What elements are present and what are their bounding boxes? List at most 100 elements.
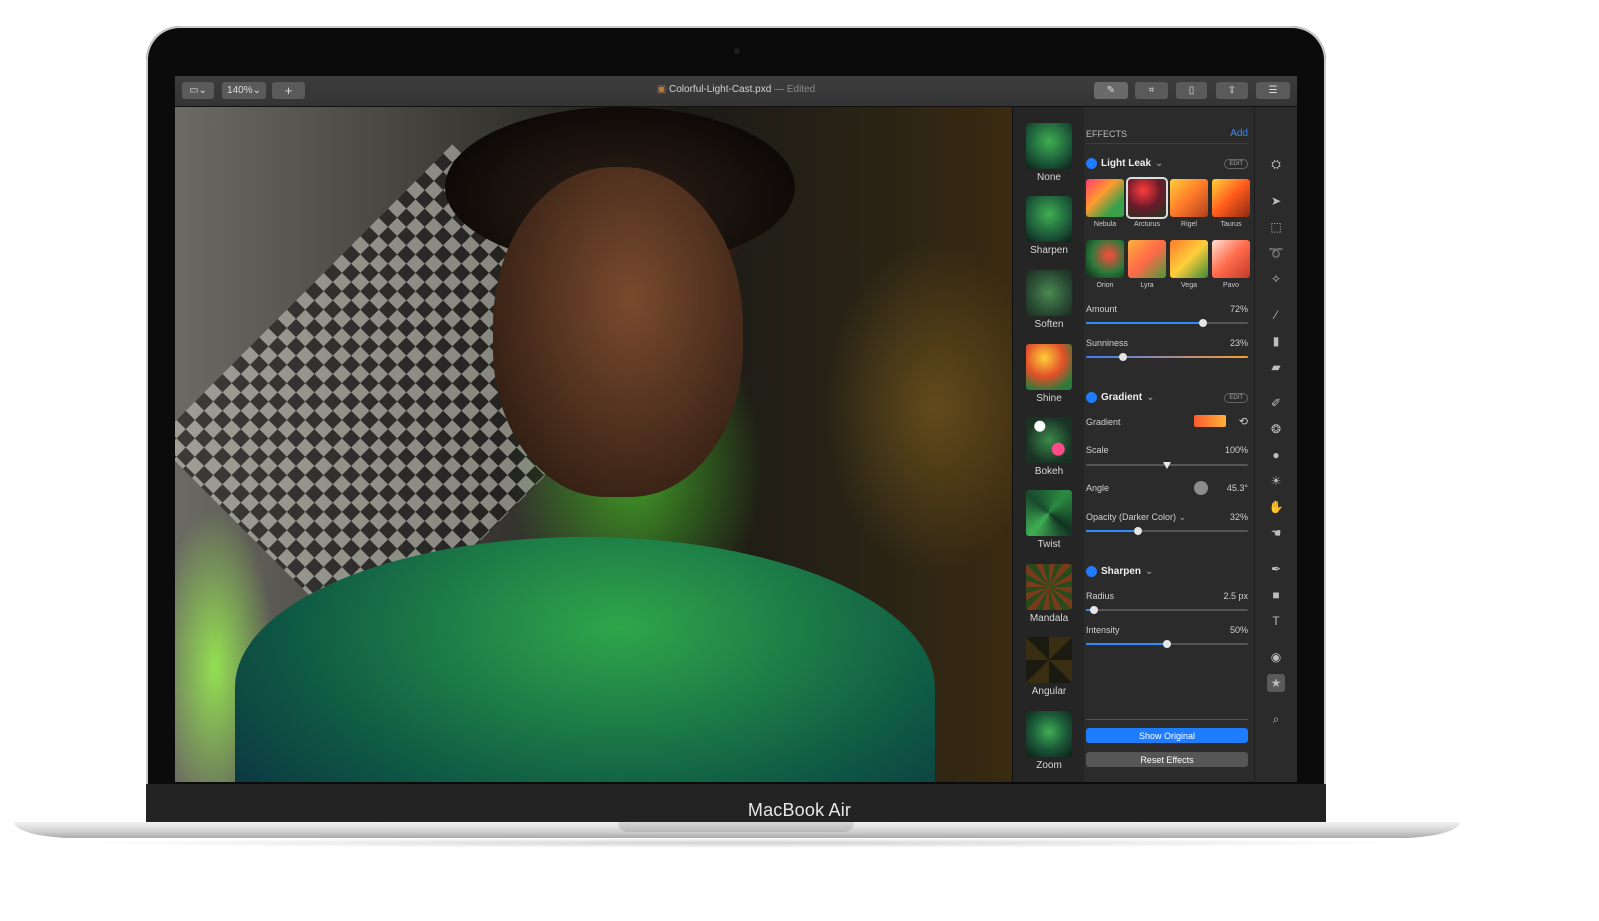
- page-icon: ▯: [1188, 85, 1195, 96]
- effect-label: Twist: [1037, 539, 1061, 550]
- opacity-slider[interactable]: [1086, 527, 1248, 535]
- sliders-icon: ☰: [1268, 85, 1278, 96]
- sunniness-row: Sunniness 23%: [1086, 338, 1248, 348]
- tool-strip: ⛭ ➤ ⬚ ➰ ✧ ⁄ ▮ ▰ ✐ ❂ ● ☀ ✋ ☚ ✒ ■ T ◉ ★ ⌕: [1254, 107, 1297, 782]
- color-adjust-icon[interactable]: ◉: [1267, 648, 1285, 666]
- swap-icon[interactable]: ⟲: [1239, 415, 1248, 428]
- effect-item[interactable]: None: [1026, 123, 1072, 183]
- effect-label: Mandala: [1029, 613, 1069, 624]
- pencil-icon[interactable]: ✐: [1267, 394, 1285, 412]
- sharpen-toggle[interactable]: Sharpen ⌄: [1086, 566, 1153, 577]
- paint-icon[interactable]: ⛭: [1267, 155, 1285, 173]
- preset-taurus[interactable]: Taurus: [1212, 179, 1250, 228]
- arrow-icon[interactable]: ➤: [1267, 192, 1285, 210]
- effect-label: Shine: [1036, 393, 1062, 404]
- radius-slider[interactable]: [1086, 606, 1248, 614]
- magic-wand-icon[interactable]: ✧: [1267, 270, 1285, 288]
- document-name: Colorful-Light-Cast.pxd: [669, 84, 772, 95]
- clone-icon[interactable]: ❂: [1267, 420, 1285, 438]
- effect-item[interactable]: Sharpen: [1026, 196, 1072, 256]
- preset-vega[interactable]: Vega: [1170, 240, 1208, 289]
- preset-lyra[interactable]: Lyra: [1128, 240, 1166, 289]
- preset-label: Taurus: [1220, 221, 1242, 228]
- effect-thumbnail: [1026, 270, 1072, 316]
- share-button[interactable]: ⇪: [1216, 82, 1248, 99]
- document-icon: ▣: [656, 84, 667, 95]
- effect-item[interactable]: Twist: [1026, 490, 1072, 550]
- eraser-icon[interactable]: ▰: [1267, 358, 1285, 376]
- chevron-down-icon[interactable]: ⌄: [1179, 512, 1187, 522]
- chevron-down-icon: ⌄: [1145, 566, 1154, 577]
- retouch-icon[interactable]: ☚: [1267, 524, 1285, 542]
- intensity-value: 50%: [1229, 625, 1248, 635]
- slider-knob[interactable]: [1163, 462, 1171, 469]
- effects-browser: None Sharpen Soften Shine Bokeh Twist Ma…: [1012, 107, 1085, 782]
- slider-knob[interactable]: [1090, 606, 1099, 614]
- effect-item[interactable]: Shine: [1026, 344, 1072, 404]
- preset-rigel[interactable]: Rigel: [1170, 179, 1208, 228]
- slider-knob[interactable]: [1198, 319, 1207, 327]
- preset-pavo[interactable]: Pavo: [1212, 240, 1250, 289]
- brush-icon[interactable]: ⁄: [1267, 306, 1285, 324]
- slider-knob[interactable]: [1119, 353, 1128, 361]
- effect-thumbnail: [1026, 196, 1072, 242]
- intensity-label: Intensity: [1086, 625, 1120, 635]
- preset-label: Lyra: [1140, 282, 1154, 289]
- preset-label: Rigel: [1181, 221, 1197, 228]
- preset-orion[interactable]: Orion: [1086, 240, 1124, 289]
- marquee-icon[interactable]: ⬚: [1267, 218, 1285, 236]
- scale-value: 100%: [1224, 445, 1248, 455]
- amount-slider[interactable]: [1086, 319, 1248, 327]
- light-leak-edit-button[interactable]: EDIT: [1224, 159, 1248, 169]
- effect-label: Zoom: [1036, 760, 1062, 771]
- smudge-icon[interactable]: ✋: [1267, 498, 1285, 516]
- crop-button[interactable]: ⌗: [1135, 82, 1168, 99]
- intensity-slider[interactable]: [1086, 640, 1248, 648]
- reset-effects-button[interactable]: Reset Effects: [1086, 752, 1248, 767]
- opacity-row: Opacity (Darker Color) ⌄ 32%: [1086, 512, 1248, 523]
- slider-fill: [1086, 643, 1167, 645]
- document-edited-status: — Edited: [774, 84, 816, 95]
- shape-icon[interactable]: ■: [1267, 586, 1285, 604]
- angle-value: 45.3°: [1226, 483, 1248, 493]
- search-icon[interactable]: ⌕: [1267, 710, 1285, 728]
- effect-item[interactable]: Bokeh: [1026, 417, 1072, 477]
- chevron-down-icon: ⌄: [1155, 158, 1164, 169]
- preset-arcturus[interactable]: Arcturus: [1126, 177, 1168, 228]
- scale-slider[interactable]: [1086, 462, 1248, 469]
- preset-label: Orion: [1096, 282, 1114, 289]
- angle-dial[interactable]: [1194, 481, 1208, 495]
- slider-knob[interactable]: [1133, 527, 1142, 535]
- device-label: MacBook Air: [747, 800, 852, 820]
- effect-item[interactable]: Soften: [1026, 270, 1072, 330]
- add-effect-button[interactable]: Add: [1230, 128, 1248, 139]
- edit-tool-button[interactable]: ✎: [1094, 82, 1128, 99]
- gradient-toggle[interactable]: Gradient ⌄: [1086, 392, 1155, 403]
- blur-icon[interactable]: ●: [1267, 446, 1285, 464]
- effect-thumbnail: [1026, 490, 1072, 536]
- image-canvas[interactable]: [175, 107, 1012, 782]
- light-icon[interactable]: ☀: [1267, 472, 1285, 490]
- effect-item[interactable]: Zoom: [1026, 711, 1072, 771]
- effect-item[interactable]: Mandala: [1026, 564, 1072, 624]
- slider-fill: [1086, 530, 1138, 532]
- preset-thumbnail: [1170, 179, 1208, 217]
- document-button[interactable]: ▯: [1176, 82, 1207, 99]
- preset-label: Arcturus: [1133, 221, 1161, 228]
- effect-thumbnail: [1026, 417, 1072, 463]
- show-original-button[interactable]: Show Original: [1086, 728, 1248, 743]
- gradient-swatch[interactable]: [1194, 415, 1226, 427]
- gradient-edit-button[interactable]: EDIT: [1224, 393, 1248, 403]
- effects-star-icon[interactable]: ★: [1267, 674, 1285, 692]
- light-leak-toggle[interactable]: Light Leak ⌄: [1086, 158, 1163, 169]
- effect-label: Soften: [1034, 319, 1064, 330]
- adjust-button[interactable]: ☰: [1256, 82, 1290, 99]
- text-icon[interactable]: T: [1267, 612, 1285, 630]
- preset-nebula[interactable]: Nebula: [1086, 179, 1124, 228]
- lasso-icon[interactable]: ➰: [1267, 244, 1285, 262]
- slider-knob[interactable]: [1163, 640, 1171, 648]
- bucket-icon[interactable]: ▮: [1267, 332, 1285, 350]
- sunniness-slider[interactable]: [1086, 353, 1248, 361]
- pen-icon[interactable]: ✒: [1267, 560, 1285, 578]
- effect-item[interactable]: Angular: [1026, 637, 1072, 697]
